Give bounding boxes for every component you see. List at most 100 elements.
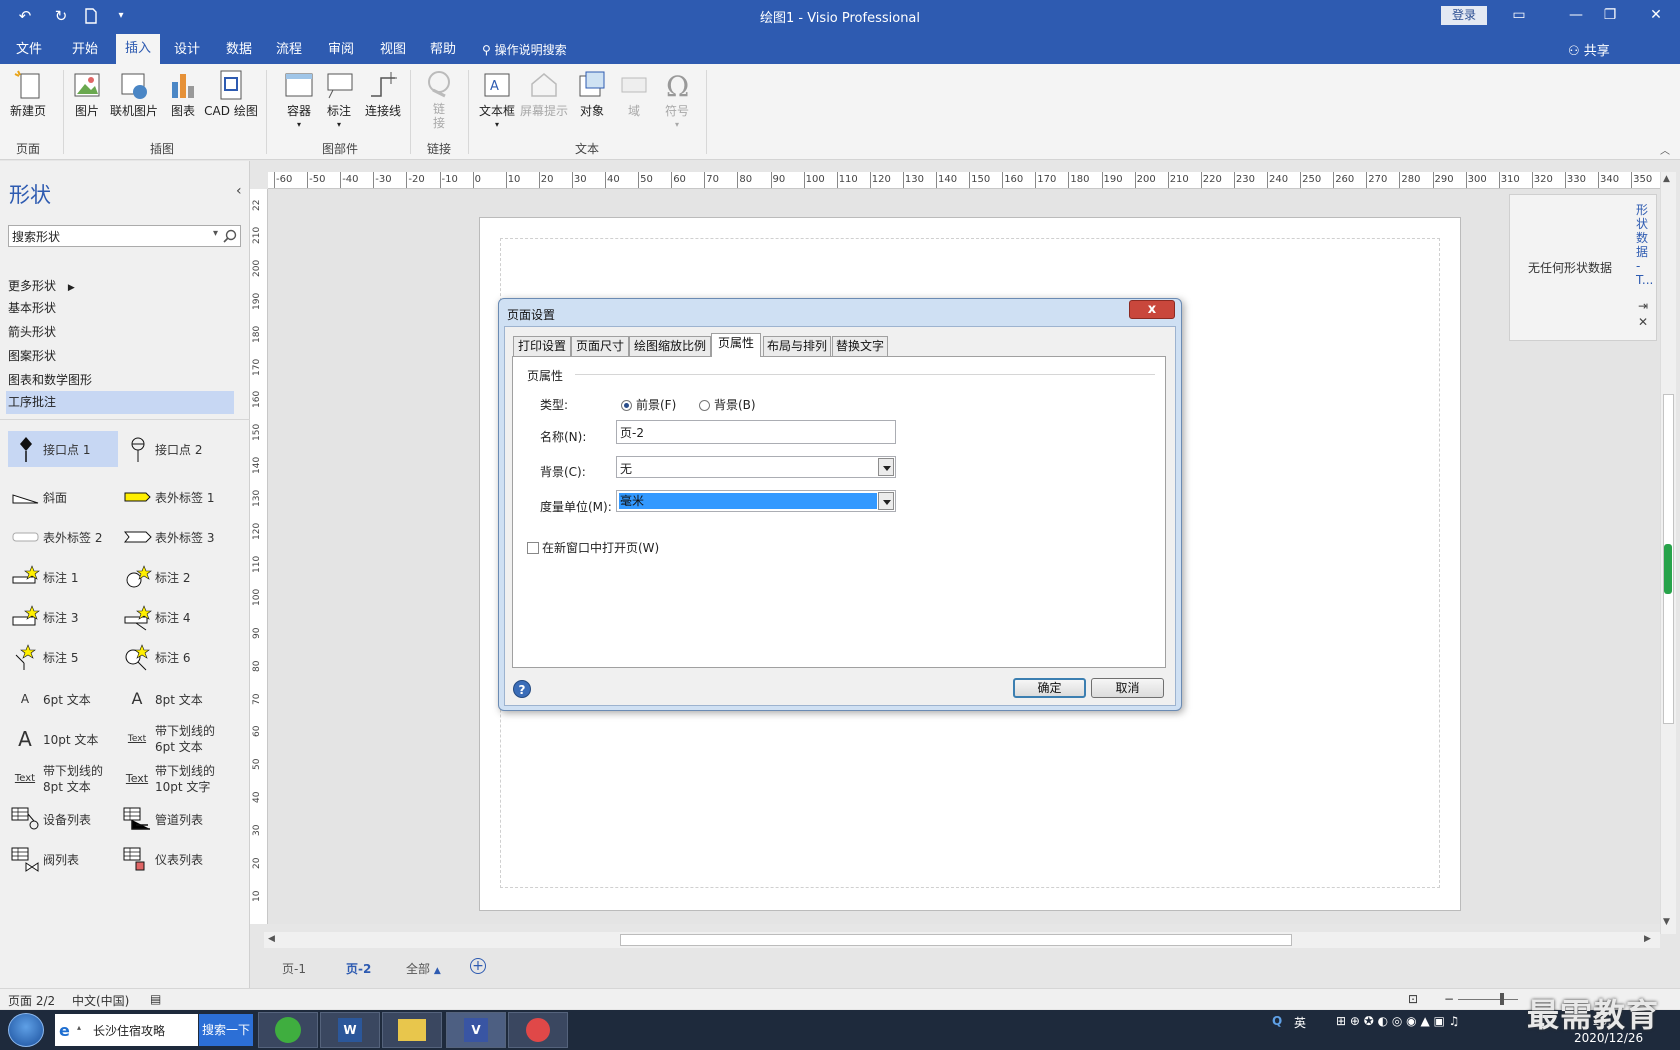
zoom-out-icon[interactable]: − [1444, 992, 1454, 1006]
tab-data[interactable]: 数据 [224, 39, 254, 64]
callout-button[interactable]: 标注 ▾ [322, 68, 356, 136]
cancel-button[interactable]: 取消 [1091, 678, 1164, 698]
cad-drawing-button[interactable]: CAD 绘图 [204, 68, 258, 136]
start-button[interactable] [8, 1013, 44, 1047]
search-icon[interactable] [222, 228, 238, 244]
tab-print-setup[interactable]: 打印设置 [513, 336, 571, 356]
scroll-up-icon[interactable]: ▲ [1663, 174, 1670, 184]
taskbar-search-input[interactable]: e ▴ 长沙住宿攻略 [55, 1014, 198, 1046]
shape-6pt-text[interactable]: A 6pt 文本 [8, 681, 118, 717]
pin-icon[interactable]: ⇥ [1638, 299, 1648, 313]
restore-icon[interactable]: ❐ [1590, 4, 1630, 26]
collapse-panel-icon[interactable]: ‹ [236, 183, 242, 199]
measurement-units-select[interactable]: 毫米 [616, 490, 896, 512]
tray-icons[interactable]: ⊞ ⊕ ✪ ◐ ◎ ◉ ▲ ▣ ♫ [1336, 1014, 1459, 1028]
page-tab-2[interactable]: 页-2 [346, 960, 371, 977]
tab-home[interactable]: 开始 [70, 39, 100, 64]
dropdown-arrow-icon[interactable] [878, 458, 894, 476]
connector-button[interactable]: 连接线 [362, 68, 404, 136]
stencil-arrows[interactable]: 箭头形状 [8, 323, 56, 340]
tab-file[interactable]: 文件 [14, 39, 44, 64]
shape-callout-3[interactable]: 标注 3 [8, 599, 118, 635]
ribbon-display-icon[interactable]: ▭ [1499, 4, 1539, 26]
radio-foreground[interactable]: 前景(F) [621, 396, 676, 413]
presentation-icon[interactable]: ⊡ [1408, 992, 1418, 1006]
taskbar-app-explorer[interactable] [382, 1012, 442, 1048]
zoom-slider-thumb[interactable] [1500, 993, 1504, 1005]
container-button[interactable]: 容器 ▾ [282, 68, 316, 136]
shape-10pt-text[interactable]: A 10pt 文本 [8, 721, 118, 757]
tab-drawing-scale[interactable]: 绘图缩放比例 [629, 336, 711, 356]
tab-view[interactable]: 视图 [378, 39, 408, 64]
dropdown-arrow-icon[interactable] [878, 492, 894, 510]
tab-page-properties[interactable]: 页属性 [711, 333, 761, 357]
shape-equipment-list[interactable]: 设备列表 [8, 801, 118, 837]
object-button[interactable]: 对象 [576, 68, 608, 136]
tab-process[interactable]: 流程 [274, 39, 304, 64]
shape-bevel[interactable]: 斜面 [8, 479, 118, 515]
horizontal-scrollbar[interactable]: ◀ ▶ [264, 932, 1660, 948]
shape-valve-list[interactable]: 阀列表 [8, 841, 118, 877]
tell-me-search[interactable]: ⚲ 操作说明搜索 [482, 39, 578, 64]
shape-underlined-10pt-text[interactable]: Text 带下划线的 10pt 文字 [120, 761, 230, 797]
macro-icon[interactable]: ▤ [150, 992, 161, 1006]
shape-pipeline-list[interactable]: 管道列表 [120, 801, 230, 837]
shape-callout-4[interactable]: 标注 4 [120, 599, 230, 635]
scroll-left-icon[interactable]: ◀ [268, 934, 275, 944]
field-button[interactable]: 域 [618, 68, 650, 136]
close-icon[interactable]: ✕ [1636, 4, 1676, 26]
page-tab-all[interactable]: 全部 ▲ [406, 960, 441, 977]
page-tab-1[interactable]: 页-1 [282, 960, 306, 977]
taskbar-search-button[interactable]: 搜索一下 [199, 1014, 253, 1046]
background-select[interactable]: 无 [616, 456, 896, 478]
taskbar-app-visio[interactable]: V [446, 1012, 506, 1048]
open-in-new-window-checkbox[interactable]: 在新窗口中打开页(W) [527, 539, 659, 556]
screentip-button[interactable]: 屏幕提示 [518, 68, 570, 136]
shape-search-input[interactable]: 搜索形状 ▾ [8, 225, 241, 247]
collapse-ribbon-icon[interactable]: ︿ [1660, 142, 1670, 157]
taskbar-app-word[interactable]: W [320, 1012, 380, 1048]
help-icon[interactable]: ? [513, 680, 531, 698]
shape-callout-6[interactable]: 标注 6 [120, 639, 230, 675]
login-button[interactable]: 登录 [1441, 6, 1487, 25]
shape-underlined-8pt-text[interactable]: Text 带下划线的 8pt 文本 [8, 761, 118, 797]
tab-review[interactable]: 审阅 [326, 39, 356, 64]
shape-outside-label-1[interactable]: 表外标签 1 [120, 479, 230, 515]
share-button[interactable]: ⚇ 共享 [1568, 40, 1610, 59]
tab-design[interactable]: 设计 [172, 39, 202, 64]
tab-insert[interactable]: 插入 [116, 34, 160, 64]
textbox-button[interactable]: A 文本框 ▾ [478, 68, 516, 136]
stencil-more-shapes[interactable]: 更多形状 ▶ [8, 277, 75, 294]
qq-icon[interactable]: Q [1272, 1014, 1282, 1028]
radio-background[interactable]: 背景(B) [699, 396, 756, 413]
taskbar-app-screenshot[interactable] [508, 1012, 568, 1048]
language-indicator[interactable]: 中文(中国) [72, 992, 129, 1009]
ime-indicator[interactable]: 英 [1294, 1014, 1306, 1031]
shape-instrument-list[interactable]: 仪表列表 [120, 841, 230, 877]
stencil-patterns[interactable]: 图案形状 [8, 347, 56, 364]
shape-callout-5[interactable]: 标注 5 [8, 639, 118, 675]
vertical-scrollbar[interactable]: ▲ ▼ [1660, 172, 1676, 934]
online-picture-button[interactable]: 联机图片 [108, 68, 160, 136]
dialog-close-button[interactable]: x [1129, 300, 1175, 319]
shape-callout-1[interactable]: 标注 1 [8, 559, 118, 595]
stencil-basic[interactable]: 基本形状 [8, 299, 56, 316]
ok-button[interactable]: 确定 [1013, 678, 1086, 698]
chart-button[interactable]: 图表 [166, 68, 200, 136]
tab-layout-routing[interactable]: 布局与排列 [763, 336, 831, 356]
shape-callout-2[interactable]: 标注 2 [120, 559, 230, 595]
page-count[interactable]: 页面 2/2 [8, 992, 55, 1009]
stencil-process-annotations[interactable]: 工序批注 [6, 391, 234, 414]
dropdown-arrow-icon[interactable]: ▾ [213, 228, 218, 239]
close-icon[interactable]: ✕ [1638, 315, 1648, 329]
shape-interface-point-2[interactable]: 接口点 2 [120, 431, 230, 467]
shape-outside-label-3[interactable]: 表外标签 3 [120, 519, 230, 555]
picture-button[interactable]: 图片 [70, 68, 104, 136]
stencil-charts-math[interactable]: 图表和数学图形 [8, 371, 92, 388]
tab-help[interactable]: 帮助 [428, 39, 458, 64]
new-page-button[interactable]: 新建页 [6, 68, 50, 136]
link-button[interactable]: 链接 [422, 68, 456, 136]
shape-outside-label-2[interactable]: 表外标签 2 [8, 519, 118, 555]
taskbar-app-browser[interactable] [258, 1012, 318, 1048]
horizontal-scroll-thumb[interactable] [620, 934, 1292, 946]
